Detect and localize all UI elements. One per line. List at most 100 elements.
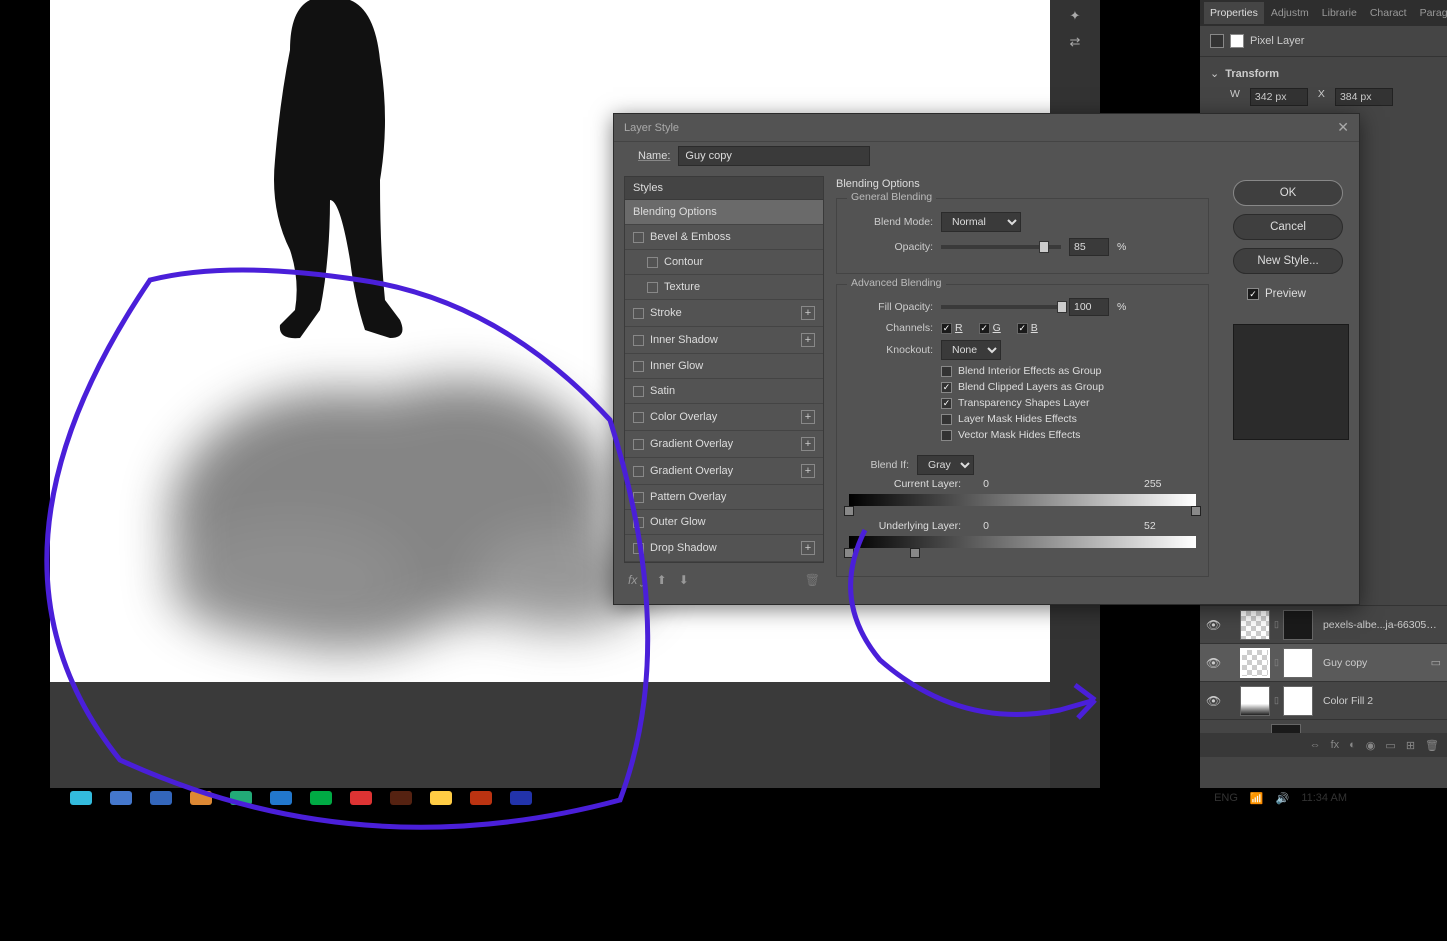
- add-effect-icon[interactable]: +: [801, 541, 815, 555]
- style-item[interactable]: Outer Glow: [625, 510, 823, 535]
- checkbox[interactable]: [941, 398, 952, 409]
- layer-thumb[interactable]: [1240, 686, 1270, 716]
- wifi-icon[interactable]: 📶: [1250, 792, 1264, 805]
- style-checkbox[interactable]: [633, 439, 644, 450]
- taskbar-app-icon[interactable]: [470, 791, 492, 805]
- blend-mode-select[interactable]: Normal: [941, 212, 1021, 232]
- style-checkbox[interactable]: [633, 517, 644, 528]
- checkbox[interactable]: [941, 382, 952, 393]
- taskbar-app-icon[interactable]: [310, 791, 332, 805]
- tab-properties[interactable]: Properties: [1204, 2, 1264, 24]
- close-icon[interactable]: ✕: [1337, 119, 1349, 136]
- checkbox[interactable]: [941, 366, 952, 377]
- advanced-check-row[interactable]: Transparency Shapes Layer: [849, 395, 1196, 411]
- layer-thumb[interactable]: [1240, 648, 1270, 678]
- layer-row[interactable]: 👁 ▯ Color Fill 2: [1200, 681, 1447, 719]
- move-up-icon[interactable]: ⬆: [657, 573, 667, 587]
- add-effect-icon[interactable]: +: [801, 306, 815, 320]
- advanced-check-row[interactable]: Blend Interior Effects as Group: [849, 363, 1196, 379]
- add-effect-icon[interactable]: +: [801, 464, 815, 478]
- visibility-icon[interactable]: 👁: [1206, 656, 1220, 670]
- underlying-layer-gradient[interactable]: [849, 536, 1196, 548]
- checkbox[interactable]: [941, 430, 952, 441]
- taskbar-app-icon[interactable]: [510, 791, 532, 805]
- dock-icon[interactable]: ✦: [1065, 6, 1085, 26]
- add-effect-icon[interactable]: +: [801, 333, 815, 347]
- style-item[interactable]: Gradient Overlay+: [625, 431, 823, 458]
- style-checkbox[interactable]: [633, 361, 644, 372]
- style-checkbox[interactable]: [647, 282, 658, 293]
- fill-opacity-slider[interactable]: [941, 305, 1061, 309]
- ok-button[interactable]: OK: [1233, 180, 1343, 206]
- style-item[interactable]: Texture: [625, 275, 823, 300]
- layer-name-input[interactable]: [678, 146, 870, 166]
- layer-row[interactable]: 👁 ▯ pexels-albe...ja-6630589...: [1200, 605, 1447, 643]
- cancel-button[interactable]: Cancel: [1233, 214, 1343, 240]
- style-item[interactable]: Bevel & Emboss: [625, 225, 823, 250]
- style-item[interactable]: Color Overlay+: [625, 404, 823, 431]
- add-effect-icon[interactable]: +: [801, 437, 815, 451]
- current-layer-gradient[interactable]: [849, 494, 1196, 506]
- move-down-icon[interactable]: ⬇: [679, 573, 689, 587]
- layer-thumb[interactable]: [1240, 610, 1270, 640]
- dock-icon[interactable]: ⇄: [1065, 32, 1085, 52]
- fill-opacity-input[interactable]: [1069, 298, 1109, 316]
- tab-adjustments[interactable]: Adjustm: [1265, 2, 1315, 24]
- style-item[interactable]: Drop Shadow+: [625, 535, 823, 562]
- taskbar-app-icon[interactable]: [270, 791, 292, 805]
- taskbar[interactable]: [40, 788, 1347, 808]
- folder-icon[interactable]: ▭: [1385, 739, 1395, 752]
- style-item[interactable]: Gradient Overlay+: [625, 458, 823, 485]
- knockout-select[interactable]: None: [941, 340, 1001, 360]
- new-style-button[interactable]: New Style...: [1233, 248, 1343, 274]
- advanced-check-row[interactable]: Blend Clipped Layers as Group: [849, 379, 1196, 395]
- clock[interactable]: 11:34 AM: [1301, 792, 1347, 804]
- style-checkbox[interactable]: [647, 257, 658, 268]
- style-checkbox[interactable]: [633, 335, 644, 346]
- taskbar-app-icon[interactable]: [350, 791, 372, 805]
- dialog-titlebar[interactable]: Layer Style ✕: [614, 114, 1359, 142]
- layer-row[interactable]: 👁 ▯ Guy copy ▭: [1200, 643, 1447, 681]
- trash-icon[interactable]: 🗑: [1425, 739, 1439, 752]
- new-layer-icon[interactable]: ⊞: [1406, 739, 1415, 752]
- style-checkbox[interactable]: [633, 466, 644, 477]
- taskbar-app-icon[interactable]: [70, 791, 92, 805]
- taskbar-app-icon[interactable]: [150, 791, 172, 805]
- language-indicator[interactable]: ENG: [1214, 792, 1238, 804]
- mask-thumb[interactable]: [1283, 686, 1313, 716]
- tab-paragraph[interactable]: Paragra: [1414, 2, 1447, 24]
- visibility-icon[interactable]: 👁: [1206, 694, 1220, 708]
- channel-r-checkbox[interactable]: ✓R: [941, 322, 963, 334]
- mask-thumb[interactable]: [1283, 648, 1313, 678]
- style-checkbox[interactable]: [633, 232, 644, 243]
- fx-menu-icon[interactable]: fx ˬ: [628, 573, 645, 587]
- style-checkbox[interactable]: [633, 543, 644, 554]
- visibility-icon[interactable]: 👁: [1206, 618, 1220, 632]
- style-checkbox[interactable]: [633, 412, 644, 423]
- add-effect-icon[interactable]: +: [801, 410, 815, 424]
- advanced-check-row[interactable]: Vector Mask Hides Effects: [849, 427, 1196, 443]
- channel-b-checkbox[interactable]: ✓B: [1017, 322, 1038, 334]
- style-item[interactable]: Pattern Overlay: [625, 485, 823, 510]
- taskbar-app-icon[interactable]: [390, 791, 412, 805]
- style-checkbox[interactable]: [633, 492, 644, 503]
- width-input[interactable]: [1250, 88, 1308, 106]
- style-item[interactable]: Contour: [625, 250, 823, 275]
- preview-checkbox[interactable]: Preview: [1233, 282, 1343, 300]
- transform-header[interactable]: ⌄ Transform: [1210, 63, 1437, 84]
- blend-if-select[interactable]: Gray: [917, 455, 974, 475]
- x-input[interactable]: [1335, 88, 1393, 106]
- tab-libraries[interactable]: Librarie: [1316, 2, 1363, 24]
- taskbar-app-icon[interactable]: [110, 791, 132, 805]
- opacity-input[interactable]: [1069, 238, 1109, 256]
- checkbox[interactable]: [941, 414, 952, 425]
- style-item[interactable]: Blending Options: [625, 200, 823, 225]
- channel-g-checkbox[interactable]: ✓G: [979, 322, 1001, 334]
- taskbar-app-icon[interactable]: [190, 791, 212, 805]
- layer-collapse-icon[interactable]: ▭: [1431, 656, 1441, 669]
- taskbar-app-icon[interactable]: [230, 791, 252, 805]
- sound-icon[interactable]: 🔊: [1276, 792, 1290, 805]
- style-item[interactable]: Stroke+: [625, 300, 823, 327]
- style-item[interactable]: Inner Shadow+: [625, 327, 823, 354]
- trash-icon[interactable]: 🗑: [805, 573, 820, 587]
